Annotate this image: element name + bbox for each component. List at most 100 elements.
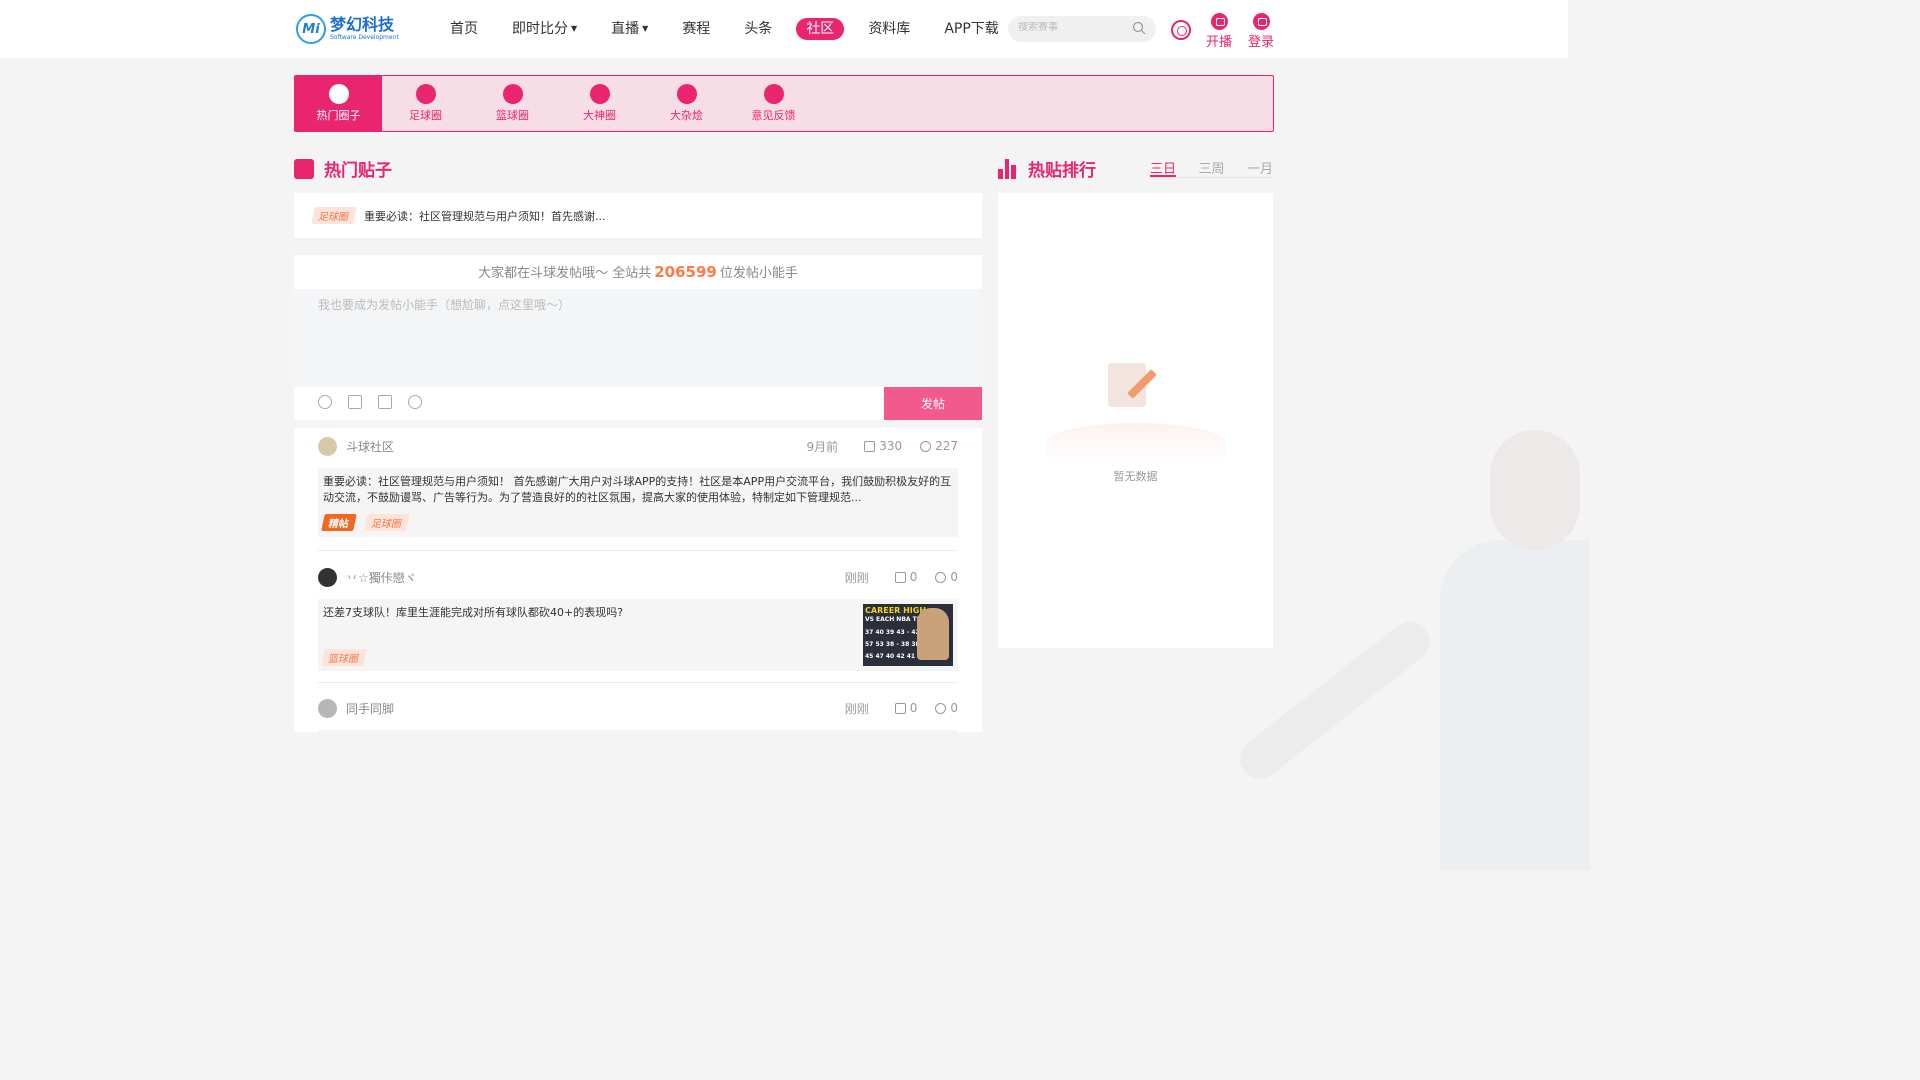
- login-button[interactable]: 登录: [1248, 13, 1274, 50]
- hot-posts-title: 热门贴子: [294, 156, 392, 181]
- post-feed: 斗球社区 9月前 330 227 重要必读：社区管理规范与用户须知！ 首先感谢广…: [294, 428, 982, 732]
- top-header: Mi 梦幻科技 Software Development 首页 即时比分 ▼ 直播…: [0, 0, 1568, 58]
- comment-icon: [935, 702, 947, 714]
- category-bar: 热门圈子 足球圈 篮球圈 大神圈 大杂烩 意见反馈: [294, 75, 1274, 132]
- category-tab-football[interactable]: 足球圈: [382, 76, 469, 131]
- broadcast-label: 开播: [1206, 35, 1233, 50]
- camera-icon: [1210, 13, 1228, 30]
- thumbs-up-icon: [894, 571, 906, 583]
- image-icon[interactable]: [348, 395, 362, 409]
- search-icon[interactable]: [1132, 21, 1146, 35]
- like-button[interactable]: 0: [894, 701, 917, 715]
- like-button[interactable]: 330: [864, 439, 902, 453]
- comment-button[interactable]: 227: [920, 439, 958, 453]
- submit-post-button[interactable]: 发帖: [884, 387, 982, 420]
- post-time: 9月前: [806, 439, 839, 454]
- avatar[interactable]: [318, 698, 337, 718]
- logo-mark: Mi: [296, 14, 326, 44]
- divider: [318, 682, 958, 683]
- featured-tag: 精帖: [321, 514, 357, 531]
- post-body[interactable]: 重要必读：社区管理规范与用户须知！ 首先感谢广大用户对斗球APP的支持！社区是本…: [318, 468, 958, 537]
- avatar[interactable]: [318, 436, 337, 456]
- language-globe-icon[interactable]: [1171, 20, 1191, 40]
- empty-document-icon: [1098, 353, 1174, 415]
- post-text: 还差7支球队！库里生涯能完成对所有球队都砍40+的表现吗?: [323, 606, 624, 619]
- nav-item-home[interactable]: 首页: [440, 18, 488, 40]
- post-text: 重要必读：社区管理规范与用户须知！ 首先感谢广大用户对斗球APP的支持！社区是本…: [323, 475, 952, 504]
- ranking-title: 热贴排行: [998, 156, 1096, 181]
- site-logo[interactable]: Mi 梦幻科技 Software Development: [296, 14, 399, 44]
- nav-item-headlines[interactable]: 头条: [734, 18, 782, 40]
- caret-down-icon: ▼: [571, 24, 578, 33]
- ball-icon[interactable]: [408, 395, 422, 409]
- nav-item-community[interactable]: 社区: [796, 18, 845, 40]
- post-card[interactable]: 斗球社区 9月前 330 227 重要必读：社区管理规范与用户须知！ 首先感谢广…: [318, 435, 958, 537]
- ranking-tab-3weeks[interactable]: 三周: [1198, 158, 1224, 177]
- nav-item-broadcast[interactable]: 直播 ▼: [601, 18, 658, 40]
- ranking-tab-1month[interactable]: 一月: [1247, 158, 1273, 177]
- player-photo: [917, 608, 949, 660]
- post-body[interactable]: [318, 730, 958, 732]
- document-icon: [294, 158, 314, 179]
- empty-state-backdrop: [1046, 423, 1226, 463]
- post-time: 刚刚: [844, 570, 869, 585]
- play-circle-icon: [328, 84, 349, 104]
- thumbs-up-icon: [894, 702, 906, 714]
- player-silhouette-image: [1232, 430, 1590, 882]
- nav-item-live-score[interactable]: 即时比分 ▼: [502, 18, 587, 40]
- post-author[interactable]: 斗球社区: [346, 438, 807, 455]
- ranking-tabs: 三日 三周 一月: [1150, 158, 1273, 178]
- logo-name: 梦幻科技: [330, 15, 395, 34]
- notice-tag: 足球圈: [311, 207, 357, 224]
- post-card[interactable]: 丷☆獨佧戀ヾ 刚刚 0 0 还差7支球队！库里生涯能完成对所有球队都砍40+的表…: [318, 566, 958, 671]
- category-tab-experts[interactable]: 大神圈: [556, 76, 643, 131]
- video-icon[interactable]: [378, 395, 392, 409]
- empty-state-text: 暂无数据: [1113, 470, 1158, 483]
- avatar[interactable]: [318, 567, 337, 587]
- category-tab-misc[interactable]: 大杂烩: [643, 76, 730, 131]
- nav-item-database[interactable]: 资料库: [858, 18, 920, 40]
- circle-tag[interactable]: 篮球圈: [321, 649, 367, 666]
- caret-down-icon: ▼: [642, 24, 649, 33]
- category-tab-basketball[interactable]: 篮球圈: [469, 76, 556, 131]
- football-icon: [415, 84, 436, 104]
- notice-text: 重要必读：社区管理规范与用户须知！首先感谢...: [364, 209, 606, 223]
- pinned-notice[interactable]: 足球圈 重要必读：社区管理规范与用户须知！首先感谢...: [294, 193, 982, 238]
- thumbs-up-icon: [864, 440, 876, 452]
- circle-tag[interactable]: 足球圈: [364, 514, 410, 531]
- broadcast-button[interactable]: 开播: [1206, 13, 1232, 50]
- post-author[interactable]: 丷☆獨佧戀ヾ: [346, 569, 845, 586]
- login-label: 登录: [1248, 35, 1275, 50]
- ranking-tab-3days[interactable]: 三日: [1150, 158, 1177, 177]
- poster-count: 206599: [654, 263, 717, 281]
- post-card[interactable]: 同手同脚 刚刚 0 0: [318, 697, 958, 732]
- category-tab-feedback[interactable]: 意见反馈: [730, 76, 817, 131]
- comment-button[interactable]: 0: [935, 701, 958, 715]
- nav-item-schedule[interactable]: 赛程: [672, 18, 720, 40]
- bar-chart-icon: [998, 158, 1018, 179]
- misc-icon: [676, 84, 697, 104]
- post-textarea[interactable]: [294, 289, 982, 387]
- post-thumbnail[interactable]: CAREER HIGH VS EACH NBA TEAM 37 40 39 43…: [863, 604, 953, 666]
- comment-button[interactable]: 0: [935, 570, 958, 584]
- post-composer: 大家都在斗球发帖哦～ 全站共206599位发帖小能手 发帖: [294, 255, 982, 420]
- logo-subtitle: Software Development: [330, 34, 399, 41]
- nav-item-app-download[interactable]: APP下载: [934, 18, 1008, 40]
- comment-icon: [935, 571, 947, 583]
- composer-header: 大家都在斗球发帖哦～ 全站共 206599 位发帖小能手: [478, 263, 798, 281]
- post-body[interactable]: 还差7支球队！库里生涯能完成对所有球队都砍40+的表现吗? 篮球圈 CAREER…: [318, 599, 958, 671]
- composer-toolbar: [318, 395, 438, 409]
- main-nav: 首页 即时比分 ▼ 直播 ▼ 赛程 头条 社区 资料库 APP下载: [440, 18, 1023, 40]
- ranking-panel: 暂无数据: [998, 193, 1273, 648]
- feedback-icon: [763, 84, 784, 104]
- post-time: 刚刚: [844, 701, 869, 716]
- search-input[interactable]: [1018, 22, 1128, 33]
- post-author[interactable]: 同手同脚: [346, 700, 845, 717]
- category-tab-hot[interactable]: 热门圈子: [295, 76, 382, 131]
- basketball-icon: [502, 84, 523, 104]
- like-button[interactable]: 0: [894, 570, 917, 584]
- expert-icon: [589, 84, 610, 104]
- comment-icon: [920, 440, 932, 452]
- emoji-icon[interactable]: [318, 395, 332, 409]
- user-icon: [1252, 13, 1270, 30]
